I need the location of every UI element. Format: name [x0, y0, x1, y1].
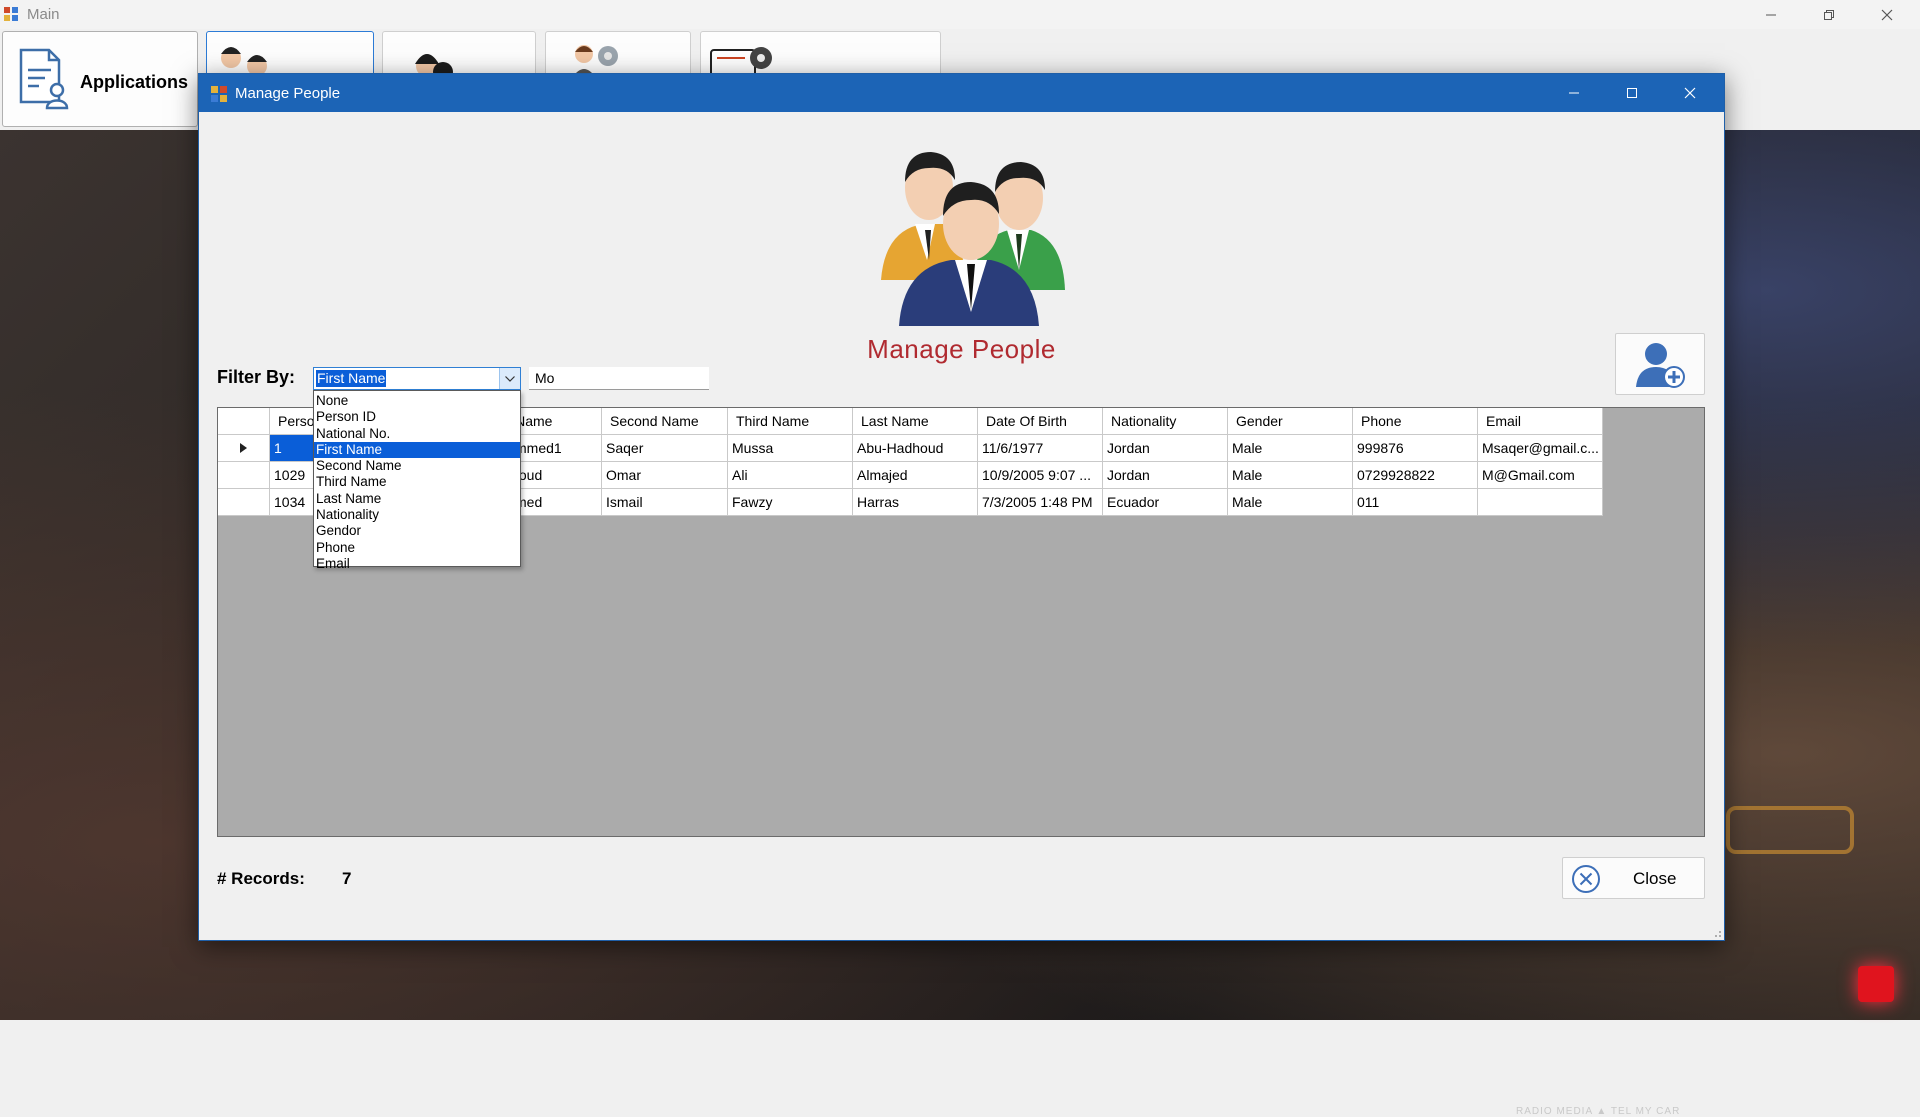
minimize-icon	[1766, 14, 1776, 15]
close-circle-icon	[1572, 865, 1600, 893]
dropdown-option[interactable]: Nationality	[314, 507, 520, 523]
people-group-icon	[881, 152, 1065, 326]
main-titlebar: Main	[0, 0, 1920, 29]
current-row-arrow-icon	[240, 443, 247, 453]
main-close-button[interactable]	[1858, 0, 1916, 29]
dropdown-option[interactable]: Gendor	[314, 523, 520, 539]
grid-corner-header[interactable]	[218, 408, 270, 435]
app-icon	[211, 86, 227, 102]
row-header[interactable]	[218, 435, 270, 462]
row-header[interactable]	[218, 462, 270, 489]
table-cell[interactable]: Msaqer@gmail.c...	[1478, 435, 1603, 462]
restore-icon	[1824, 9, 1834, 20]
column-header[interactable]: Phone	[1353, 408, 1478, 435]
page-title: Manage People	[867, 334, 1056, 364]
document-user-icon	[19, 48, 69, 110]
dropdown-option-selected[interactable]: First Name	[314, 441, 520, 459]
filter-by-combobox[interactable]: First Name	[313, 367, 521, 390]
account-settings-icon	[710, 47, 772, 78]
column-header[interactable]: Last Name	[853, 408, 978, 435]
table-cell[interactable]: Male	[1228, 435, 1353, 462]
resize-grip-icon[interactable]	[1712, 928, 1722, 938]
dialog-maximize-button[interactable]	[1603, 74, 1661, 112]
filter-value-input[interactable]	[529, 367, 709, 390]
filter-by-label: Filter By:	[217, 367, 296, 387]
table-cell[interactable]: Harras	[853, 489, 978, 516]
filter-dropdown-list[interactable]: None Person ID National No. First Name S…	[313, 390, 521, 571]
table-cell[interactable]	[1478, 489, 1603, 516]
main-window-title: Main	[27, 6, 60, 23]
table-cell[interactable]: Almajed	[853, 462, 978, 489]
applications-label: Applications	[80, 72, 189, 92]
dropdown-option[interactable]: Last Name	[314, 491, 520, 507]
applications-button[interactable]: Applications	[2, 31, 198, 127]
table-cell[interactable]: 011	[1353, 489, 1478, 516]
combobox-dropdown-button[interactable]	[499, 368, 520, 389]
table-cell[interactable]: 11/6/1977	[978, 435, 1103, 462]
column-header[interactable]: Second Name	[602, 408, 728, 435]
column-header[interactable]: Email	[1478, 408, 1603, 435]
table-cell[interactable]: Ali	[728, 462, 853, 489]
table-cell[interactable]: Ecuador	[1103, 489, 1228, 516]
main-restore-button[interactable]	[1800, 0, 1858, 29]
table-cell[interactable]: Jordan	[1103, 462, 1228, 489]
dialog-title: Manage People	[235, 85, 341, 102]
column-header[interactable]: Third Name	[728, 408, 853, 435]
dropdown-option[interactable]: Phone	[314, 540, 520, 556]
column-header[interactable]: Date Of Birth	[978, 408, 1103, 435]
table-cell[interactable]: 10/9/2005 9:07 ...	[978, 462, 1103, 489]
records-count: 7	[342, 869, 352, 888]
maximize-icon	[1627, 88, 1637, 98]
table-cell[interactable]: Mussa	[728, 435, 853, 462]
row-header[interactable]	[218, 489, 270, 516]
manage-people-dialog: Manage People Manage People Filter By: F…	[198, 73, 1725, 941]
filter-selected-value: First Name	[316, 370, 387, 387]
chevron-down-icon	[505, 375, 515, 382]
table-cell[interactable]: 7/3/2005 1:48 PM	[978, 489, 1103, 516]
table-cell[interactable]: Fawzy	[728, 489, 853, 516]
dropdown-option[interactable]: Email	[314, 556, 520, 572]
table-cell[interactable]: Male	[1228, 489, 1353, 516]
close-icon	[1881, 9, 1893, 20]
user-settings-icon	[572, 45, 618, 78]
dropdown-option[interactable]: None	[314, 393, 520, 409]
column-header[interactable]: Gender	[1228, 408, 1353, 435]
table-cell[interactable]: M@Gmail.com	[1478, 462, 1603, 489]
dropdown-option[interactable]: Person ID	[314, 409, 520, 425]
dropdown-option[interactable]: National No.	[314, 426, 520, 442]
records-label: # Records:	[217, 869, 305, 888]
table-cell[interactable]: Abu-Hadhoud	[853, 435, 978, 462]
minimize-icon	[1569, 92, 1579, 94]
table-cell[interactable]: Jordan	[1103, 435, 1228, 462]
table-cell[interactable]: Omar	[602, 462, 728, 489]
close-button-label: Close	[1633, 869, 1677, 888]
table-cell[interactable]: Saqer	[602, 435, 728, 462]
add-person-button[interactable]	[1615, 333, 1705, 395]
car-dash-display	[1726, 806, 1854, 854]
table-cell[interactable]: 0729928822	[1353, 462, 1478, 489]
car-hazard-light	[1858, 966, 1894, 1002]
close-button[interactable]: Close	[1562, 857, 1705, 899]
column-header[interactable]: Nationality	[1103, 408, 1228, 435]
table-cell[interactable]: 999876	[1353, 435, 1478, 462]
people-icon	[221, 47, 267, 76]
car-console-labels: RADIO MEDIA ▲ TEL MY CAR	[1516, 1106, 1681, 1117]
table-cell[interactable]: Male	[1228, 462, 1353, 489]
main-minimize-button[interactable]	[1742, 0, 1800, 29]
dialog-close-button[interactable]	[1661, 74, 1719, 112]
dialog-titlebar[interactable]: Manage People	[199, 74, 1724, 112]
dropdown-option[interactable]: Second Name	[314, 458, 520, 474]
dropdown-option[interactable]: Third Name	[314, 474, 520, 490]
table-cell[interactable]: Ismail	[602, 489, 728, 516]
dialog-minimize-button[interactable]	[1545, 74, 1603, 112]
add-person-icon	[1636, 343, 1685, 388]
app-icon	[4, 7, 18, 21]
close-icon	[1684, 87, 1696, 99]
